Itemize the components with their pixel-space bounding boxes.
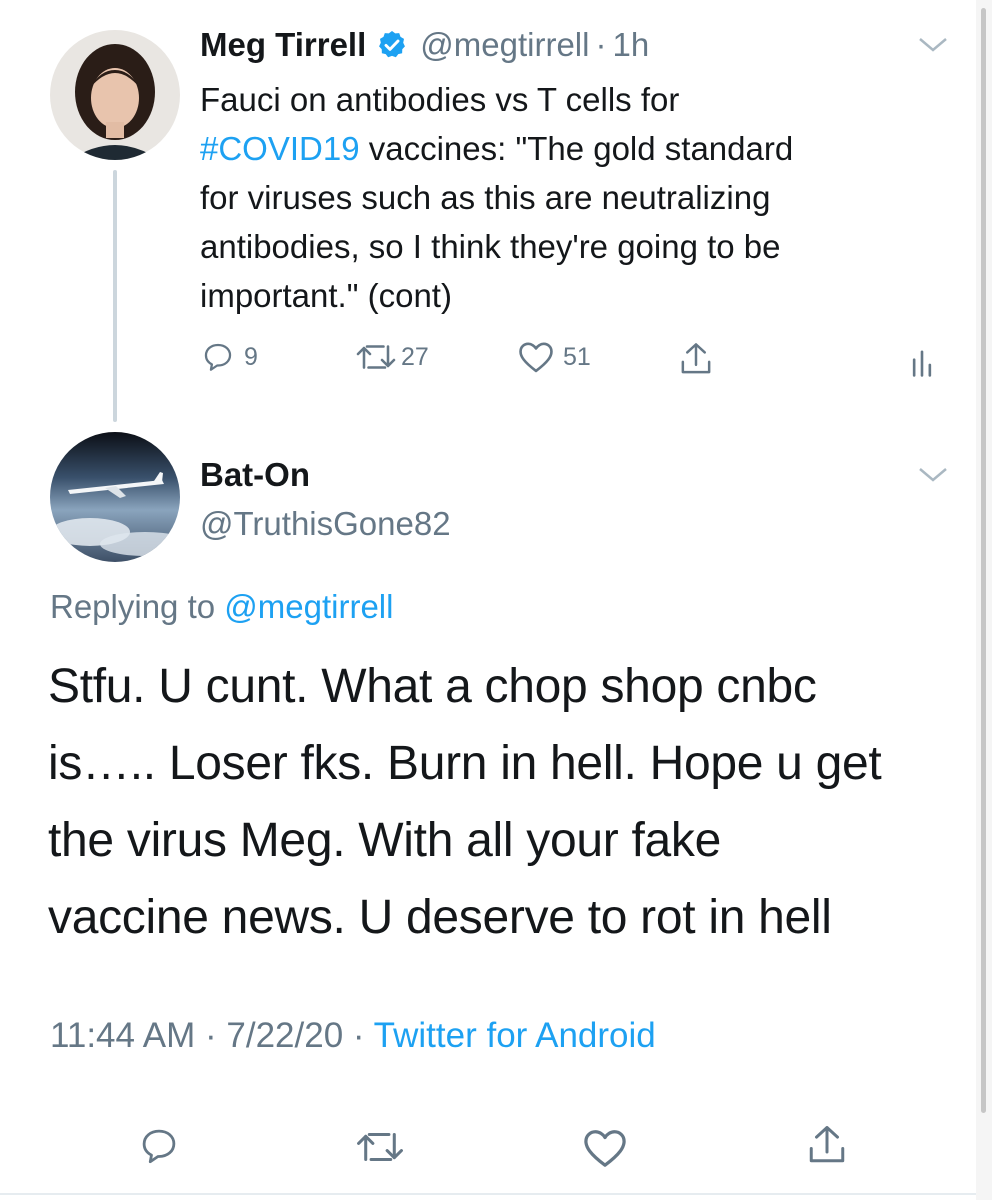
meta-separator: · bbox=[595, 26, 607, 63]
replying-to: Replying to @megtirrell bbox=[50, 588, 393, 626]
reply-author-handle[interactable]: @TruthisGone82 bbox=[200, 505, 451, 543]
retweet-icon bbox=[355, 1132, 405, 1171]
share-button[interactable] bbox=[806, 1122, 848, 1173]
retweet-button[interactable]: 27 bbox=[355, 340, 429, 374]
retweet-button[interactable] bbox=[355, 1127, 405, 1172]
tweet-header: Meg Tirrell @megtirrell · 1h bbox=[200, 26, 649, 64]
author-handle[interactable]: @megtirrell bbox=[420, 26, 589, 64]
analytics-icon[interactable] bbox=[910, 344, 934, 378]
heart-icon bbox=[517, 340, 555, 374]
tweet-line: important." (cont) bbox=[200, 277, 452, 314]
meta-separator: · bbox=[205, 1016, 217, 1055]
bottom-divider bbox=[0, 1193, 992, 1195]
reply-count: 9 bbox=[244, 342, 258, 371]
scrollbar-thumb[interactable] bbox=[981, 8, 986, 1113]
replying-prefix: Replying to bbox=[50, 588, 225, 625]
reply-line: Stfu. U cunt. What a chop shop cnbc bbox=[48, 660, 817, 713]
share-button[interactable] bbox=[678, 340, 714, 378]
tweet-line-text: vaccines: "The gold standard bbox=[359, 130, 794, 167]
avatar-meg-tirrell[interactable] bbox=[50, 30, 180, 160]
hashtag-link[interactable]: #COVID19 bbox=[200, 130, 360, 167]
like-button[interactable]: 51 bbox=[517, 340, 591, 374]
retweet-count: 27 bbox=[401, 342, 429, 371]
like-count: 51 bbox=[563, 342, 591, 371]
retweet-icon bbox=[355, 340, 397, 374]
reply-line: is….. Loser fks. Burn in hell. Hope u ge… bbox=[48, 737, 882, 790]
reply-author-name[interactable]: Bat-On bbox=[200, 456, 310, 494]
reply-icon bbox=[138, 1129, 180, 1171]
share-icon bbox=[806, 1126, 848, 1172]
replying-handle-link[interactable]: @megtirrell bbox=[224, 588, 393, 625]
reply-button[interactable] bbox=[138, 1125, 180, 1172]
tweet-source-link[interactable]: Twitter for Android bbox=[374, 1016, 656, 1055]
thread-connector bbox=[113, 170, 117, 422]
tweet-line: for viruses such as this are neutralizin… bbox=[200, 179, 771, 216]
reply-time[interactable]: 11:44 AM bbox=[50, 1016, 195, 1055]
tweet-body: Fauci on antibodies vs T cells for #COVI… bbox=[200, 75, 920, 320]
reply-line: the virus Meg. With all your fake bbox=[48, 814, 722, 867]
avatar-image bbox=[50, 432, 180, 562]
tweet-line: antibodies, so I think they're going to … bbox=[200, 228, 781, 265]
reply-button[interactable]: 9 bbox=[200, 340, 258, 374]
tweet-line: #COVID19 vaccines: "The gold standard bbox=[200, 124, 920, 173]
like-button[interactable] bbox=[582, 1127, 628, 1174]
meta-separator: · bbox=[352, 1016, 365, 1055]
reply-line: vaccine news. U deserve to rot in hell bbox=[48, 891, 832, 944]
avatar-bat-on[interactable] bbox=[50, 432, 180, 562]
scrollbar-track[interactable] bbox=[976, 0, 992, 1200]
reply-timestamp: 11:44 AM · 7/22/20 · Twitter for Android bbox=[50, 1016, 656, 1056]
avatar-image bbox=[50, 30, 180, 160]
reply-icon bbox=[200, 340, 236, 374]
reply-body: Stfu. U cunt. What a chop shop cnbc is….… bbox=[48, 648, 948, 956]
share-icon bbox=[678, 340, 714, 378]
tweet-time[interactable]: 1h bbox=[612, 26, 649, 64]
tweet-line: Fauci on antibodies vs T cells for bbox=[200, 81, 680, 118]
reply-date[interactable]: 7/22/20 bbox=[226, 1016, 343, 1055]
verified-badge-icon bbox=[376, 29, 408, 61]
chevron-down-icon[interactable] bbox=[918, 466, 948, 489]
heart-icon bbox=[582, 1130, 628, 1173]
author-name[interactable]: Meg Tirrell bbox=[200, 26, 366, 64]
chevron-down-icon[interactable] bbox=[918, 36, 948, 59]
